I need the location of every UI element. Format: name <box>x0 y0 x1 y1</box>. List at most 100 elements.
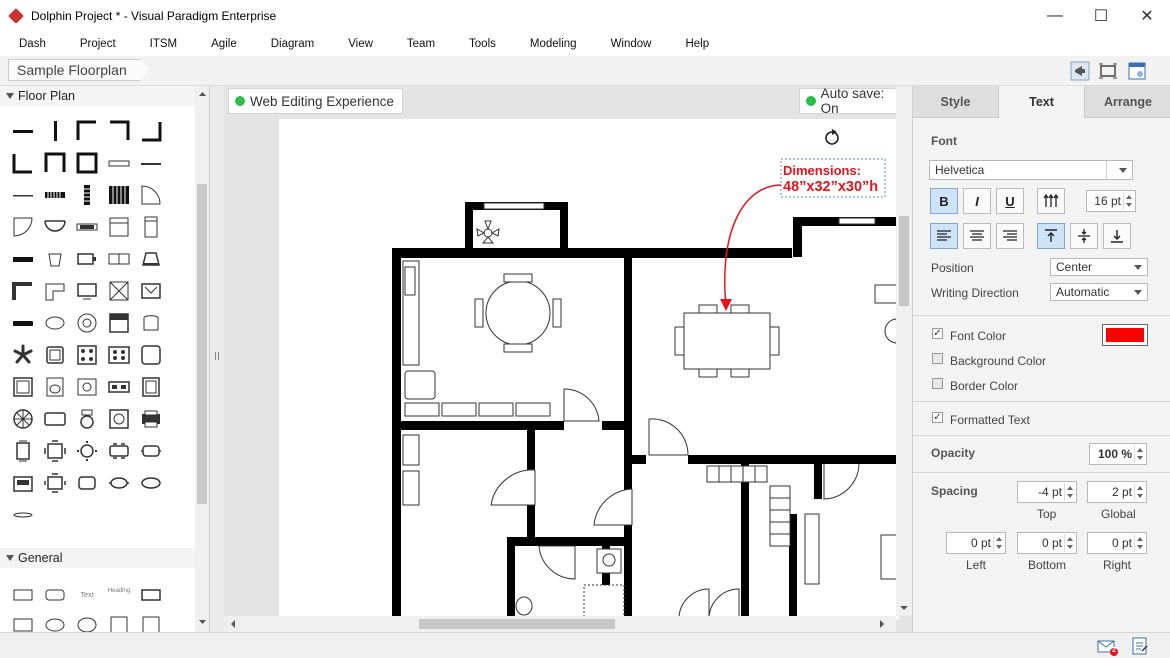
table-chairs-shape[interactable] <box>10 470 36 496</box>
wall-corner-shape[interactable] <box>106 118 132 144</box>
writing-direction-select[interactable]: Automatic <box>1050 283 1148 301</box>
underline-button[interactable]: U <box>996 188 1024 214</box>
crate-shape[interactable] <box>106 278 132 304</box>
background-color-checkbox[interactable] <box>932 353 943 364</box>
stairs-shape[interactable] <box>42 182 68 208</box>
menu-itsm[interactable]: ITSM <box>142 38 185 50</box>
menu-window[interactable]: Window <box>603 38 660 50</box>
palette-splitter[interactable] <box>210 86 224 632</box>
mode-indicator[interactable]: Web Editing Experience <box>228 88 403 114</box>
menu-agile[interactable]: Agile <box>203 38 245 50</box>
stepper-arrows-icon[interactable] <box>1134 483 1145 501</box>
font-size-stepper[interactable]: 16 pt <box>1086 190 1136 212</box>
table-chairs-shape[interactable] <box>42 438 68 464</box>
font-family-select[interactable]: Helvetica <box>929 160 1133 180</box>
canvas-horizontal-scrollbar[interactable] <box>224 616 896 632</box>
rug-oval-shape[interactable] <box>10 502 36 528</box>
chair-shape[interactable] <box>138 310 164 336</box>
palette-section-general[interactable]: General <box>0 548 195 568</box>
basin-shape[interactable] <box>74 374 100 400</box>
rounded-rectangle-shape[interactable] <box>42 582 68 608</box>
table-chairs-shape[interactable] <box>106 438 132 464</box>
font-color-swatch[interactable] <box>1102 324 1148 346</box>
annotation-line-2[interactable]: 48”x32”x30”h <box>783 179 878 195</box>
align-center-button[interactable] <box>963 223 991 249</box>
menu-project[interactable]: Project <box>72 38 124 50</box>
wall-corner-shape[interactable] <box>74 118 100 144</box>
stove-shape[interactable] <box>74 342 100 368</box>
desk-shape[interactable] <box>106 246 132 272</box>
align-left-button[interactable] <box>930 223 958 249</box>
counter-shape[interactable] <box>10 246 36 272</box>
printer-shape[interactable] <box>138 406 164 432</box>
round-table-chairs-shape[interactable] <box>74 438 100 464</box>
align-top-button[interactable] <box>1037 223 1065 249</box>
door-shape[interactable] <box>10 214 36 240</box>
position-select[interactable]: Center <box>1050 258 1148 276</box>
menu-team[interactable]: Team <box>399 38 443 50</box>
formatted-text-checkbox[interactable]: ✓ <box>932 412 943 423</box>
square-shape[interactable] <box>106 612 132 632</box>
ellipse-shape[interactable] <box>42 612 68 632</box>
tab-text[interactable]: Text <box>999 86 1085 118</box>
wheel-shape[interactable] <box>10 406 36 432</box>
sofa-shape[interactable] <box>138 342 164 368</box>
corner-counter-shape[interactable] <box>10 278 36 304</box>
palette-scroll-thumb[interactable] <box>197 184 207 504</box>
diagram-canvas[interactable]: Dimensions: 48”x32”x30”h Web Editing Exp… <box>224 86 912 632</box>
palette-scrollbar[interactable] <box>195 86 209 632</box>
cabinet-shape[interactable] <box>106 214 132 240</box>
annotation-line-1[interactable]: Dimensions: <box>783 163 861 178</box>
minimize-button[interactable]: — <box>1032 0 1078 32</box>
room-shape[interactable] <box>74 150 100 176</box>
piano-shape[interactable] <box>138 246 164 272</box>
rug-shape[interactable] <box>42 310 68 336</box>
sink-shape[interactable] <box>10 374 36 400</box>
panel-layout-icon[interactable] <box>1126 60 1148 82</box>
tv-shape[interactable] <box>74 246 100 272</box>
breadcrumb[interactable]: Sample Floorplan <box>8 59 150 81</box>
stepper-arrows-icon[interactable] <box>1134 534 1145 552</box>
toilet-shape[interactable] <box>42 374 68 400</box>
spacing-global-stepper[interactable]: 2 pt <box>1087 481 1147 503</box>
align-middle-button[interactable] <box>1070 223 1098 249</box>
stairs-shape[interactable] <box>106 182 132 208</box>
palette-section-floor-plan[interactable]: Floor Plan <box>0 86 195 106</box>
stairs-vertical-shape[interactable] <box>74 182 100 208</box>
bathtub-shape[interactable] <box>42 406 68 432</box>
armchair-shape[interactable] <box>42 342 68 368</box>
monitor-shape[interactable] <box>74 278 100 304</box>
bed-shape[interactable] <box>106 310 132 336</box>
wall-corner-shape[interactable] <box>138 118 164 144</box>
fit-page-icon[interactable] <box>1097 60 1119 82</box>
italic-button[interactable]: I <box>963 188 991 214</box>
room-shape[interactable] <box>42 150 68 176</box>
bold-button[interactable]: B <box>930 188 958 214</box>
toilet-shape[interactable] <box>74 406 100 432</box>
plant-shape[interactable] <box>10 342 36 368</box>
stepper-arrows-icon[interactable] <box>1123 192 1134 210</box>
align-right-button[interactable] <box>996 223 1024 249</box>
canvas-vertical-scrollbar[interactable] <box>896 86 912 616</box>
door-shape[interactable] <box>138 182 164 208</box>
tab-style[interactable]: Style <box>913 86 999 118</box>
mail-icon[interactable]: 2 <box>1097 638 1119 656</box>
spacing-left-stepper[interactable]: 0 pt <box>946 532 1006 554</box>
wall-thin-shape[interactable] <box>10 182 36 208</box>
rectangle-shape[interactable] <box>10 612 36 632</box>
double-door-shape[interactable] <box>42 214 68 240</box>
window-shape[interactable] <box>106 150 132 176</box>
fireplace-shape[interactable] <box>138 278 164 304</box>
table-chairs-shape[interactable] <box>138 438 164 464</box>
rectangle-shape[interactable] <box>10 582 36 608</box>
stepper-arrows-icon[interactable] <box>1134 445 1145 463</box>
table-chairs-shape[interactable] <box>42 470 68 496</box>
opacity-stepper[interactable]: 100 % <box>1089 443 1147 465</box>
horizontal-scroll-thumb[interactable] <box>419 619 615 629</box>
border-color-checkbox[interactable] <box>932 378 943 389</box>
wall-corner-shape[interactable] <box>10 150 36 176</box>
menu-dash[interactable]: Dash <box>11 38 54 50</box>
spacing-right-stepper[interactable]: 0 pt <box>1087 532 1147 554</box>
menu-tools[interactable]: Tools <box>461 38 504 50</box>
cabinet-shape[interactable] <box>138 214 164 240</box>
